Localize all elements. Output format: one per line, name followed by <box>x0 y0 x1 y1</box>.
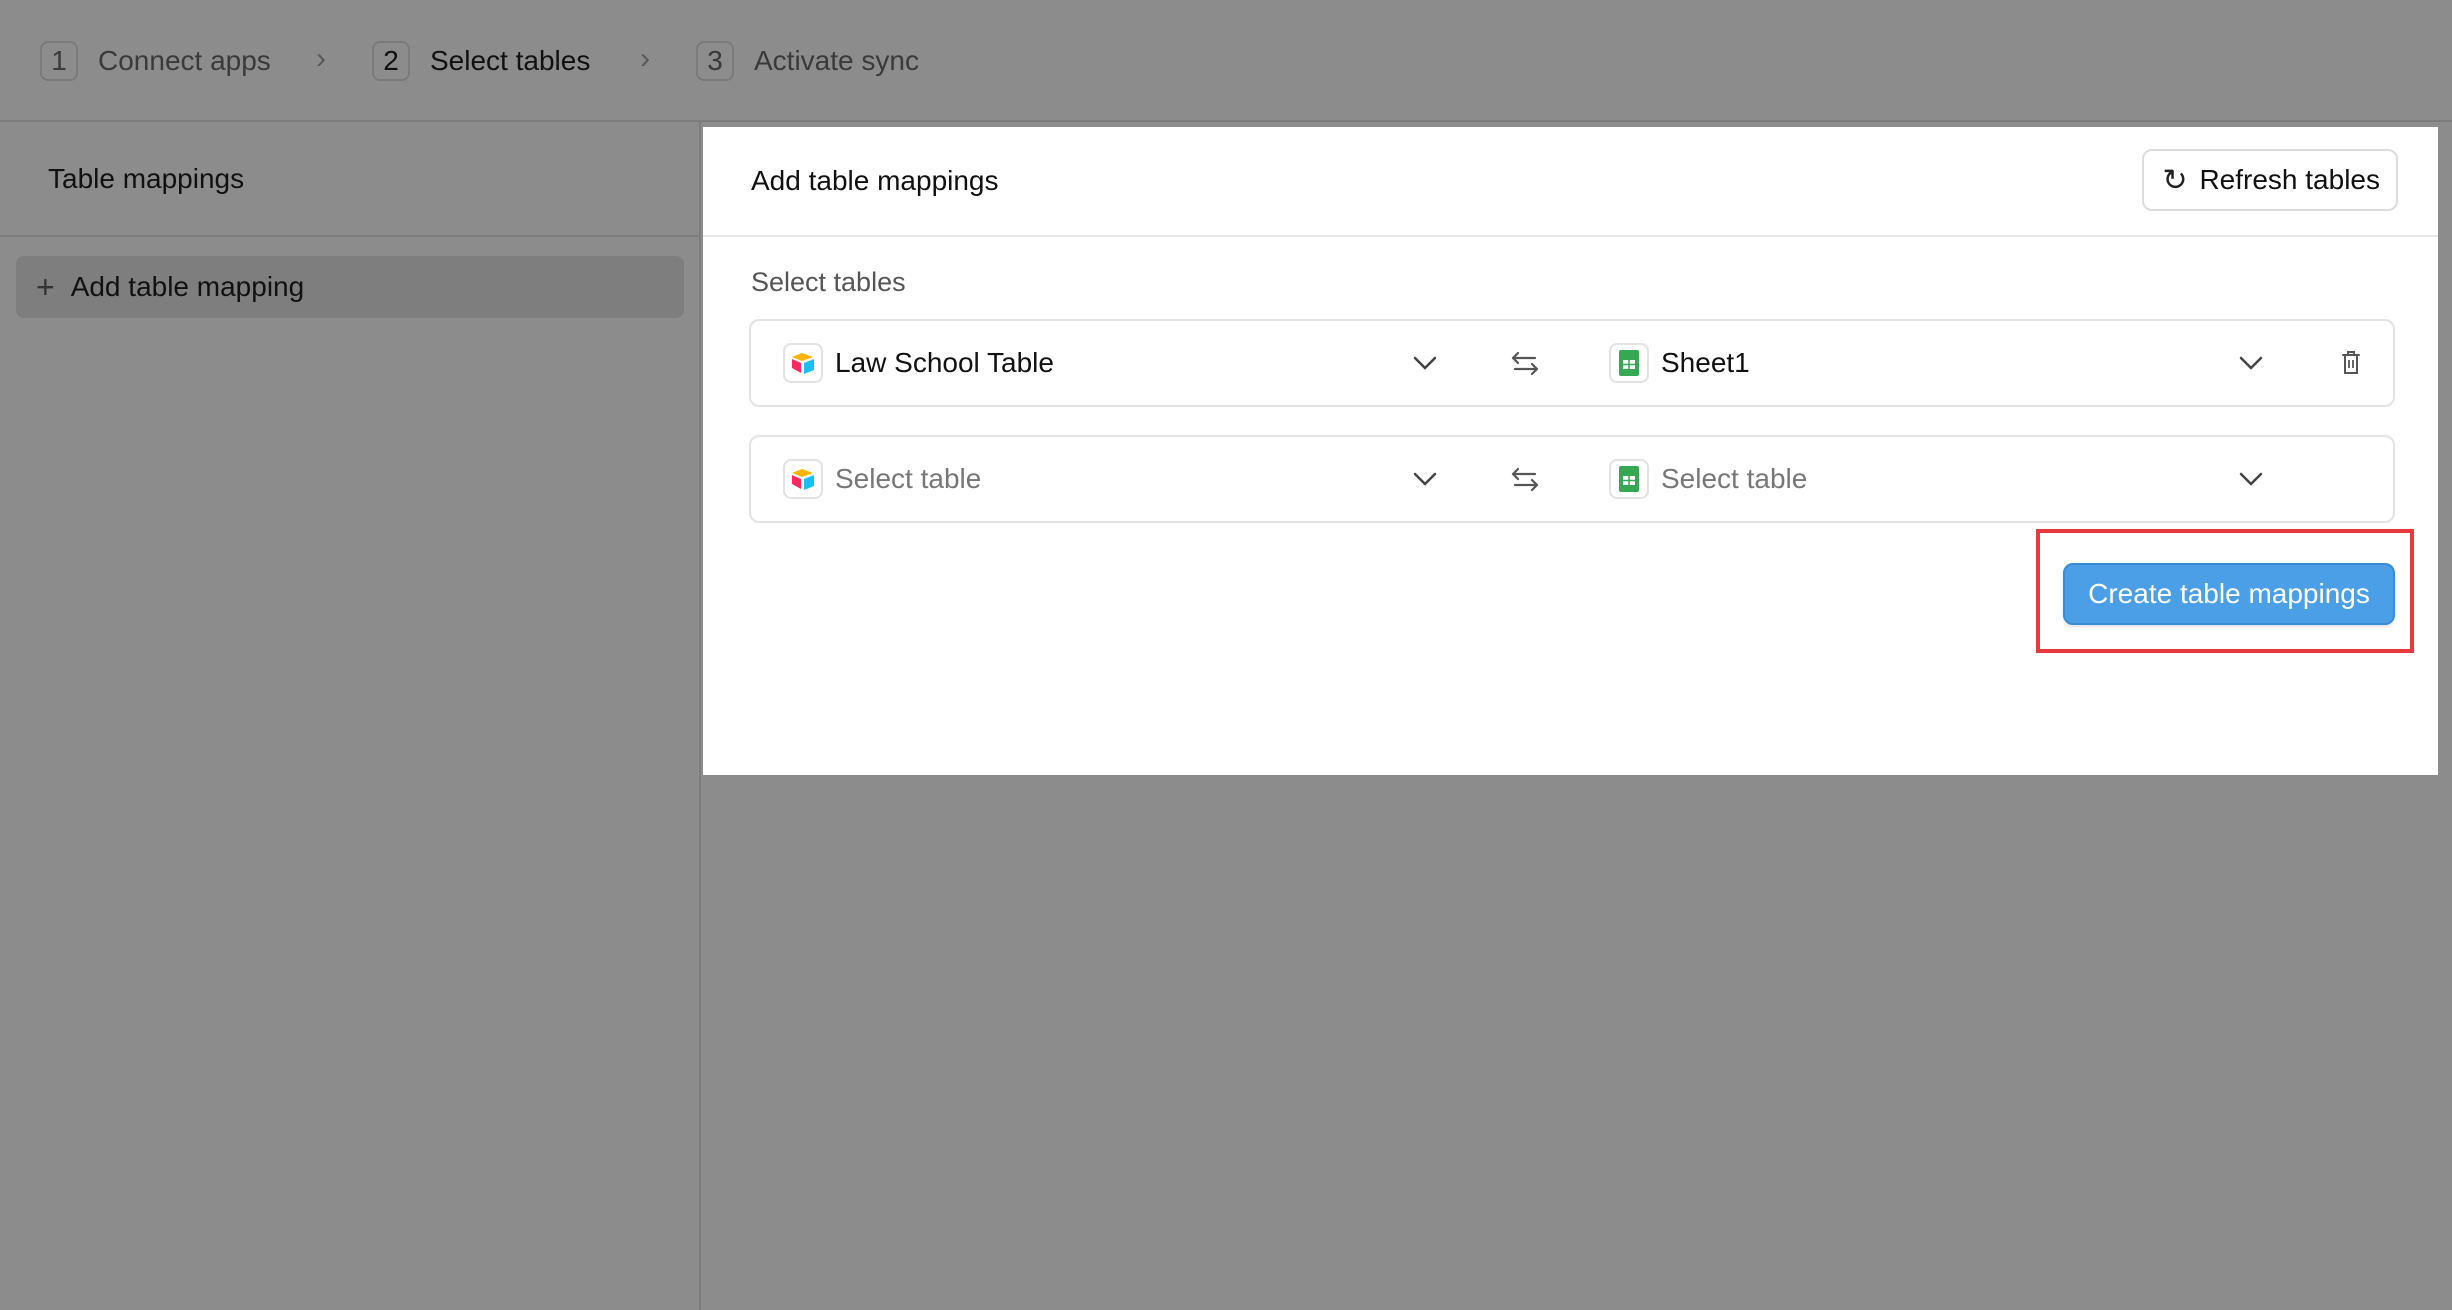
add-table-mapping-button[interactable]: + Add table mapping <box>16 256 684 318</box>
add-table-mapping-label: Add table mapping <box>70 271 305 302</box>
sidebar: Table mappings + Add table mapping <box>0 122 701 1310</box>
source-table-placeholder: Select table <box>835 463 982 494</box>
chevron-down-icon[interactable] <box>2231 343 2271 383</box>
step-label: Connect apps <box>98 45 271 76</box>
mapping-row: Select table Select table <box>749 435 2395 523</box>
step-number: 3 <box>696 41 734 81</box>
refresh-tables-button[interactable]: ↻ Refresh tables <box>2142 149 2398 211</box>
source-table-value: Law School Table <box>835 347 1054 378</box>
target-table-select[interactable]: Sheet1 <box>1609 321 1750 405</box>
step-select-tables[interactable]: 2 Select tables <box>372 40 590 82</box>
target-table-select[interactable]: Select table <box>1609 437 1807 521</box>
swap-arrows-icon <box>1505 343 1545 383</box>
step-number: 2 <box>372 41 410 81</box>
panel-title: Add table mappings <box>751 165 999 196</box>
section-label: Select tables <box>751 267 906 297</box>
source-table-select[interactable]: Law School Table <box>783 321 1054 405</box>
chevron-right-icon: › <box>316 42 326 75</box>
plus-icon: + <box>36 269 55 305</box>
airtable-icon <box>783 343 823 383</box>
swap-arrows-icon <box>1505 459 1545 499</box>
google-sheets-icon <box>1609 343 1649 383</box>
chevron-down-icon[interactable] <box>2231 459 2271 499</box>
create-table-mappings-button[interactable]: Create table mappings <box>2063 563 2395 625</box>
panel-header: Add table mappings ↻ Refresh tables <box>703 127 2438 237</box>
mapping-row: Law School Table Sheet1 <box>749 319 2395 407</box>
target-table-placeholder: Select table <box>1661 463 1808 494</box>
step-label: Select tables <box>430 45 591 76</box>
step-connect-apps[interactable]: 1 Connect apps <box>40 40 271 82</box>
airtable-icon <box>783 459 823 499</box>
trash-icon[interactable] <box>2331 343 2371 383</box>
stepper: 1 Connect apps › 2 Select tables › 3 Act… <box>0 0 2452 122</box>
chevron-down-icon[interactable] <box>1405 343 1445 383</box>
sidebar-title: Table mappings <box>0 122 699 237</box>
refresh-tables-label: Refresh tables <box>2199 164 2380 195</box>
step-activate-sync[interactable]: 3 Activate sync <box>696 40 919 82</box>
chevron-right-icon: › <box>640 42 650 75</box>
target-table-value: Sheet1 <box>1661 347 1750 378</box>
add-mappings-panel: Add table mappings ↻ Refresh tables Sele… <box>703 127 2438 775</box>
refresh-icon: ↻ <box>2162 163 2188 197</box>
step-number: 1 <box>40 41 78 81</box>
google-sheets-icon <box>1609 459 1649 499</box>
step-label: Activate sync <box>754 45 919 76</box>
source-table-select[interactable]: Select table <box>783 437 981 521</box>
chevron-down-icon[interactable] <box>1405 459 1445 499</box>
